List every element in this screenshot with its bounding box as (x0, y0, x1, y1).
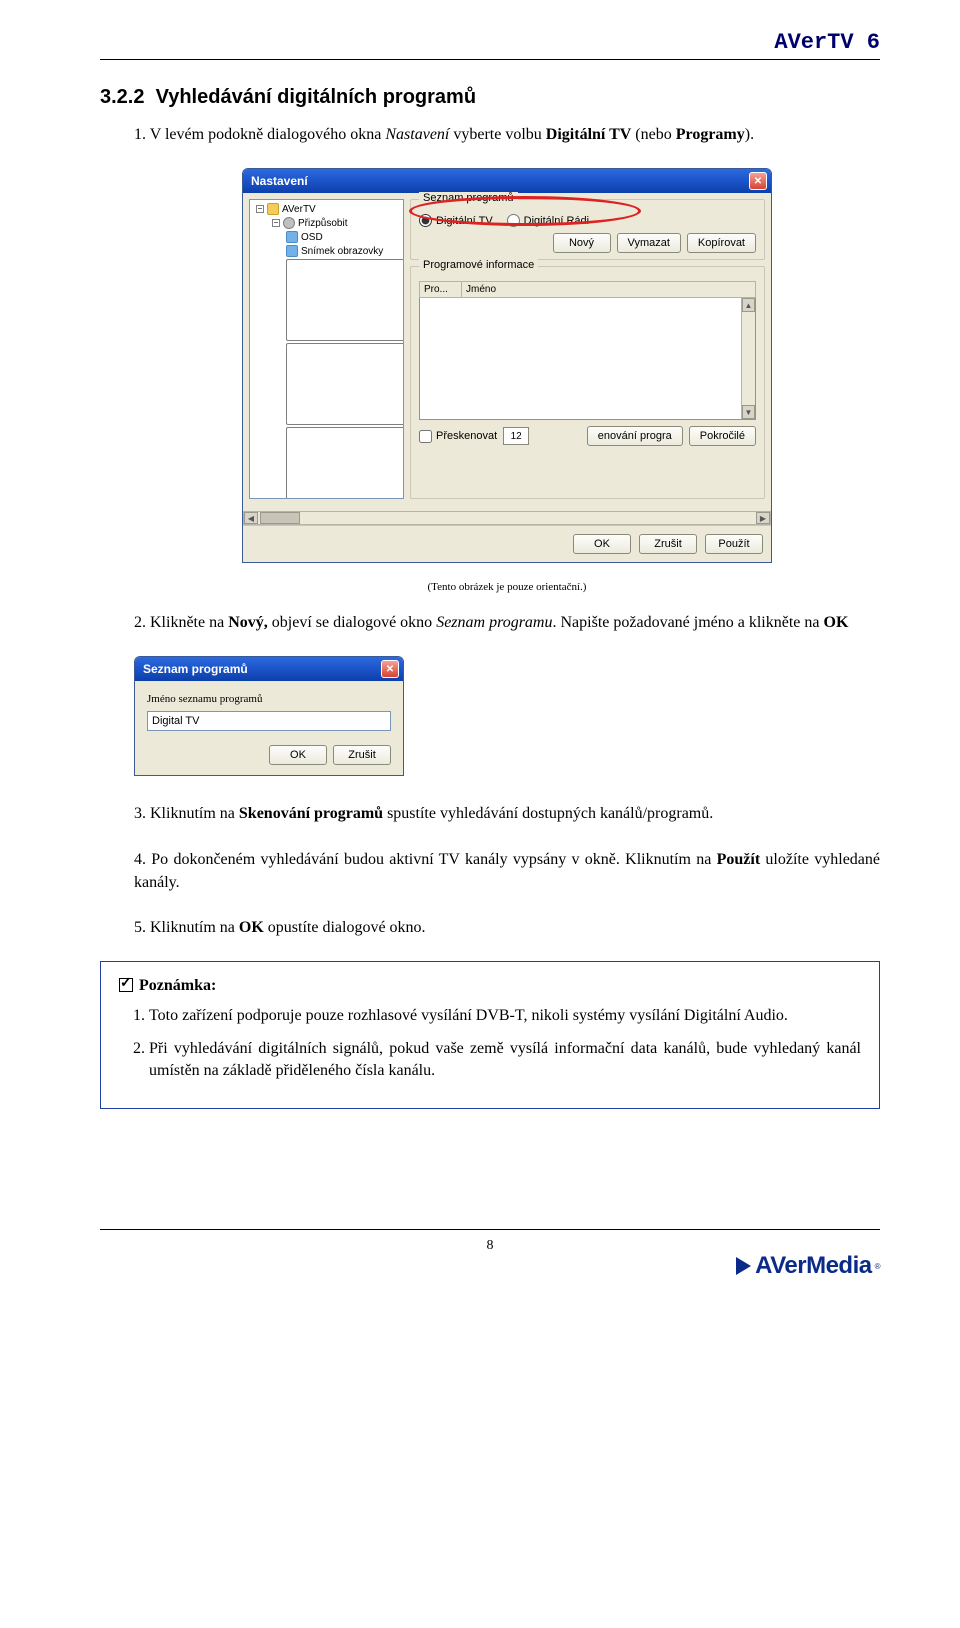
titlebar: Seznam programů ✕ (135, 657, 403, 681)
step-5: 5. Kliknutím na OK opustíte dialogové ok… (134, 916, 880, 939)
scroll-up-icon[interactable]: ▲ (742, 298, 755, 312)
radio-digital-tv[interactable]: Digitální TV (419, 214, 493, 227)
scan-programs-button[interactable]: enování progra (587, 426, 683, 446)
tree-item[interactable]: Ostatní (250, 342, 403, 426)
figure-settings-window: Nastavení ✕ −AVerTV −Přizpůsobit OSD Sní… (134, 168, 880, 563)
header-rule: AVerTV 6 (100, 30, 880, 60)
step-2: 2. Klikněte na Nový, objeví se dialogové… (134, 611, 880, 634)
tree-item[interactable]: Úložiště (250, 258, 403, 342)
scroll-thumb[interactable] (260, 512, 300, 524)
vertical-scrollbar[interactable]: ▲ ▼ (741, 298, 755, 419)
window-title: Nastavení (251, 174, 308, 188)
group-program-info: Programové informace Pro... Jméno ▲ ▼ (410, 266, 765, 499)
group-seznam-programu: Seznam programů Digitální TV Digitální R… (410, 199, 765, 260)
input-label: Jméno seznamu programů (147, 693, 391, 705)
horizontal-scrollbar[interactable]: ◀ ▶ (243, 511, 771, 525)
step-4: 4. Po dokončeném vyhledávání budou aktiv… (134, 848, 880, 894)
tree-item[interactable]: −AVerTV (250, 202, 403, 216)
note-item-1: Toto zařízení podporuje pouze rozhlasové… (149, 1005, 861, 1027)
cancel-button[interactable]: Zrušit (333, 745, 391, 765)
close-icon[interactable]: ✕ (381, 660, 399, 678)
apply-button[interactable]: Použít (705, 534, 763, 554)
note-box: Poznámka: Toto zařízení podporuje pouze … (100, 961, 880, 1109)
scroll-right-icon[interactable]: ▶ (756, 512, 770, 524)
group-legend: Seznam programů (419, 192, 518, 204)
product-header: AVerTV 6 (100, 30, 880, 59)
scroll-down-icon[interactable]: ▼ (742, 405, 755, 419)
note-title: Poznámka: (119, 976, 861, 995)
section-heading: 3.2.2 Vyhledávání digitálních programů (100, 86, 880, 109)
page-number: 8 (487, 1238, 494, 1254)
advanced-button[interactable]: Pokročilé (689, 426, 756, 446)
brand-logo: AVerMedia® (736, 1252, 880, 1280)
col-pro[interactable]: Pro... (420, 282, 462, 297)
gear-icon (283, 217, 295, 229)
step-3: 3. Kliknutím na Skenování programů spust… (134, 802, 880, 825)
titlebar: Nastavení ✕ (243, 169, 771, 193)
brand-name: AVerMedia (755, 1252, 871, 1280)
scroll-left-icon[interactable]: ◀ (244, 512, 258, 524)
storage-icon (286, 259, 404, 341)
new-button[interactable]: Nový (553, 233, 611, 253)
rescan-checkbox[interactable]: Přeskenovat (419, 430, 497, 443)
ok-button[interactable]: OK (269, 745, 327, 765)
checkmark-icon (119, 978, 133, 992)
osd-icon (286, 231, 298, 243)
dialog-footer-buttons: OK Zrušit Použít (243, 525, 771, 562)
list-header[interactable]: Pro... Jméno (419, 281, 756, 298)
logo-triangle-icon (736, 1257, 751, 1275)
settings-window: Nastavení ✕ −AVerTV −Přizpůsobit OSD Sní… (242, 168, 772, 563)
window-title: Seznam programů (143, 662, 248, 676)
delete-button[interactable]: Vymazat (617, 233, 681, 253)
teletext-icon (286, 427, 404, 499)
note-item-2: Při vyhledávání digitálních signálů, pok… (149, 1038, 861, 1083)
step-1: 1. V levém podokně dialogového okna Nast… (134, 123, 880, 146)
program-list[interactable]: ▲ ▼ (419, 298, 756, 420)
tree-item[interactable]: Teletext (250, 426, 403, 499)
program-name-input[interactable] (147, 711, 391, 731)
folder-icon (267, 203, 279, 215)
section-number: 3.2.2 (100, 86, 144, 108)
settings-tree[interactable]: −AVerTV −Přizpůsobit OSD Snímek obrazovk… (249, 199, 404, 499)
section-title: Vyhledávání digitálních programů (156, 86, 476, 108)
group-legend: Programové informace (419, 259, 538, 271)
radio-digital-radio[interactable]: Digitální Rádi (507, 214, 589, 227)
page-icon (286, 343, 404, 425)
figure-caption: (Tento obrázek je pouze orientační.) (134, 581, 880, 593)
close-icon[interactable]: ✕ (749, 172, 767, 190)
page-footer: 8 (100, 1229, 880, 1254)
col-jmeno[interactable]: Jméno (462, 282, 755, 297)
tree-item[interactable]: Snímek obrazovky (250, 244, 403, 258)
rescan-spinner[interactable]: 12 (503, 427, 529, 445)
copy-button[interactable]: Kopírovat (687, 233, 756, 253)
cancel-button[interactable]: Zrušit (639, 534, 697, 554)
tree-item[interactable]: −Přizpůsobit (250, 216, 403, 230)
camera-icon (286, 245, 298, 257)
program-list-dialog: Seznam programů ✕ Jméno seznamu programů… (134, 656, 404, 776)
tree-item[interactable]: OSD (250, 230, 403, 244)
ok-button[interactable]: OK (573, 534, 631, 554)
